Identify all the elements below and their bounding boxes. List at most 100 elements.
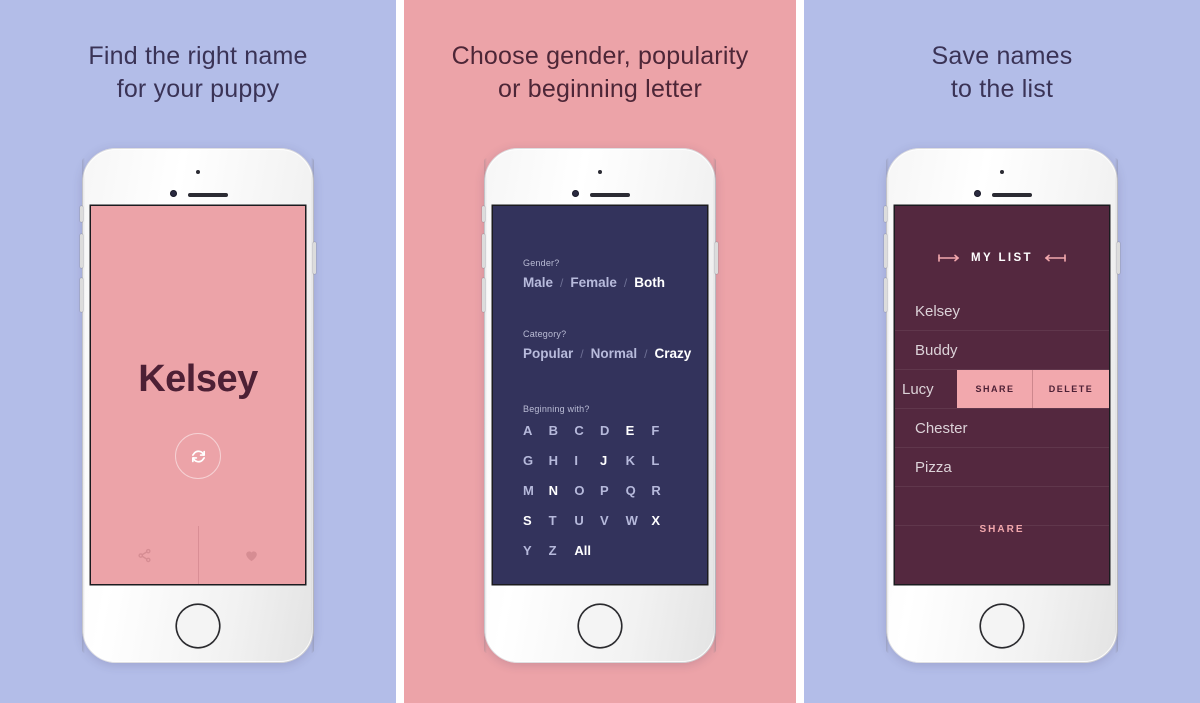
home-button[interactable] [579, 605, 621, 647]
letter-button-k[interactable]: K [626, 453, 652, 468]
letter-grid: A B C D E F G H I J K L M N O P Q R S T … [523, 423, 677, 558]
panel-divider-1 [396, 0, 404, 703]
phone-edge-right [311, 158, 314, 653]
refresh-button[interactable] [175, 433, 221, 479]
row-share-button[interactable]: SHARE [957, 370, 1033, 408]
letter-button-g[interactable]: G [523, 453, 549, 468]
arrow-right-icon [1044, 254, 1066, 262]
list-header: MY LIST [895, 206, 1109, 264]
front-camera-icon [170, 190, 177, 197]
letter-button-f[interactable]: F [651, 423, 677, 438]
filter-label-category: Category? [523, 329, 567, 339]
filter-option-popular[interactable]: Popular [523, 346, 573, 361]
letter-button-w[interactable]: W [626, 513, 652, 528]
filter-label-letters: Beginning with? [523, 404, 590, 414]
panel-headline: Save names to the list [804, 40, 1200, 106]
letter-button-a[interactable]: A [523, 423, 549, 438]
panel-find-name: Find the right name for your puppy Kelse… [0, 0, 396, 703]
letter-button-u[interactable]: U [574, 513, 600, 528]
letter-button-t[interactable]: T [549, 513, 575, 528]
letter-button-x[interactable]: X [651, 513, 677, 528]
filter-option-crazy[interactable]: Crazy [654, 346, 691, 361]
app-store-screenshot-set: Find the right name for your puppy Kelse… [0, 0, 1200, 703]
volume-up-button[interactable] [884, 234, 887, 268]
letter-button-m[interactable]: M [523, 483, 549, 498]
list-share-button[interactable]: SHARE [895, 524, 1109, 535]
filter-label-gender: Gender? [523, 258, 560, 268]
proximity-sensor-icon [598, 170, 602, 174]
letter-button-o[interactable]: O [574, 483, 600, 498]
phone-screen-filters: Gender? Male / Female / Both Category? P… [493, 206, 707, 584]
letter-button-i[interactable]: I [574, 453, 600, 468]
silent-switch-button[interactable] [482, 206, 485, 222]
filter-option-normal[interactable]: Normal [591, 346, 638, 361]
phone-mockup: Gender? Male / Female / Both Category? P… [482, 148, 718, 663]
home-button[interactable] [177, 605, 219, 647]
proximity-sensor-icon [1000, 170, 1004, 174]
letter-button-l[interactable]: L [651, 453, 677, 468]
list-item-name: Lucy [902, 380, 934, 398]
list-item-name: Kelsey [915, 302, 961, 320]
row-delete-button[interactable]: DELETE [1033, 370, 1109, 408]
letter-button-z[interactable]: Z [549, 543, 575, 558]
list-item-swiped[interactable]: Lucy SHARE DELETE [895, 370, 1109, 409]
panel-saved-list: Save names to the list MY LIST Kelsey Bu… [804, 0, 1200, 703]
letter-button-all[interactable]: All [574, 543, 600, 558]
phone-edge-left [484, 158, 487, 653]
letter-button-p[interactable]: P [600, 483, 626, 498]
filter-group-letters: Beginning with? A B C D E F G H I J K L … [493, 361, 707, 558]
letter-button-n[interactable]: N [549, 483, 575, 498]
silent-switch-button[interactable] [884, 206, 887, 222]
front-camera-icon [572, 190, 579, 197]
option-separator: / [644, 347, 648, 361]
generated-name: Kelsey [138, 358, 258, 400]
letter-button-r[interactable]: R [651, 483, 677, 498]
letter-button-h[interactable]: H [549, 453, 575, 468]
favorite-button[interactable] [199, 526, 306, 584]
earpiece-speaker-icon [992, 193, 1032, 197]
filter-group-gender: Gender? Male / Female / Both [493, 206, 707, 290]
volume-up-button[interactable] [80, 234, 83, 268]
saved-names-list: Kelsey Buddy Lucy SHARE DELETE Chester P… [895, 292, 1109, 526]
letter-button-s[interactable]: S [523, 513, 549, 528]
filter-option-both[interactable]: Both [634, 275, 665, 290]
earpiece-speaker-icon [590, 193, 630, 197]
filter-options-category: Popular / Normal / Crazy [523, 346, 691, 361]
power-button[interactable] [715, 242, 718, 274]
heart-icon [244, 548, 259, 563]
letter-button-d[interactable]: D [600, 423, 626, 438]
list-item[interactable]: Kelsey [895, 292, 1109, 331]
headline-line-2: to the list [950, 75, 1054, 103]
volume-down-button[interactable] [80, 278, 83, 312]
power-button[interactable] [1117, 242, 1120, 274]
letter-button-e[interactable]: E [626, 423, 652, 438]
letter-button-v[interactable]: V [600, 513, 626, 528]
power-button[interactable] [313, 242, 316, 274]
headline-line-1: Choose gender, popularity [451, 42, 749, 70]
list-item[interactable]: Buddy [895, 331, 1109, 370]
filter-option-male[interactable]: Male [523, 275, 553, 290]
headline-line-1: Save names [931, 42, 1073, 70]
volume-down-button[interactable] [482, 278, 485, 312]
letter-button-b[interactable]: B [549, 423, 575, 438]
list-title: MY LIST [971, 252, 1033, 264]
headline-line-2: for your puppy [116, 75, 280, 103]
volume-up-button[interactable] [482, 234, 485, 268]
front-camera-icon [974, 190, 981, 197]
letter-button-c[interactable]: C [574, 423, 600, 438]
letter-button-y[interactable]: Y [523, 543, 549, 558]
list-item[interactable]: Chester [895, 409, 1109, 448]
phone-mockup: Kelsey [80, 148, 316, 663]
silent-switch-button[interactable] [80, 206, 83, 222]
filter-options-gender: Male / Female / Both [523, 275, 677, 290]
home-button[interactable] [981, 605, 1023, 647]
letter-button-q[interactable]: Q [626, 483, 652, 498]
letter-button-j[interactable]: J [600, 453, 626, 468]
refresh-icon [190, 448, 207, 465]
panel-headline: Find the right name for your puppy [0, 40, 396, 106]
name-screen-toolbar [91, 526, 305, 584]
share-button[interactable] [91, 526, 198, 584]
volume-down-button[interactable] [884, 278, 887, 312]
filter-option-female[interactable]: Female [570, 275, 617, 290]
list-item[interactable]: Pizza [895, 448, 1109, 487]
